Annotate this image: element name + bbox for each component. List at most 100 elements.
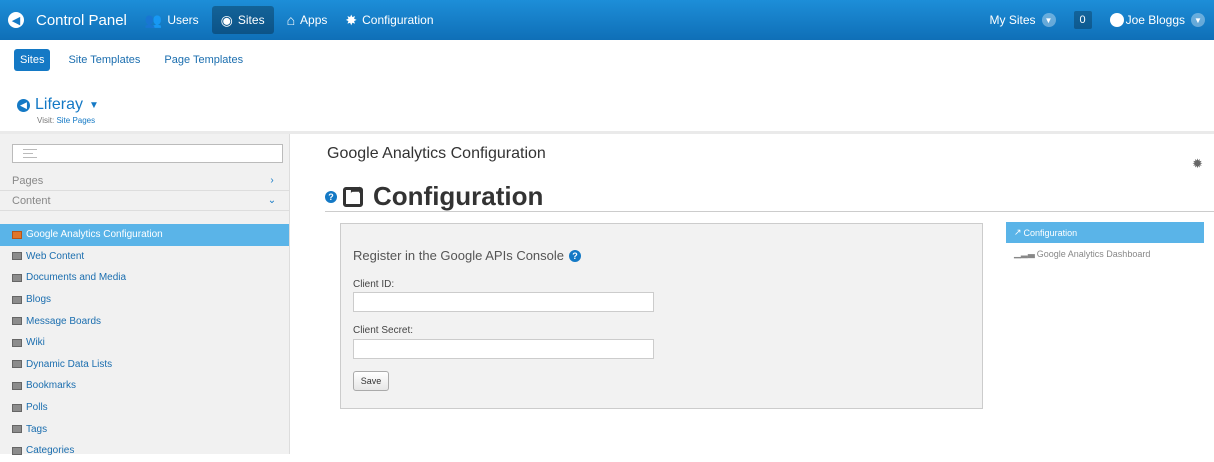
message-boards-icon [12,317,22,326]
blogs-icon [12,295,22,304]
wiki-icon [12,338,22,347]
user-menu[interactable]: Joe Bloggs ▼ [1101,0,1214,40]
web-content-icon [12,252,22,261]
panel-content[interactable]: Content ⌄ [0,191,289,211]
top-navbar: ◀ Control Panel 👥 Users ◉ Sites ⌂ Apps ✸… [0,0,1214,40]
apps-icon: ⌂ [286,12,296,28]
nav-users-label: Users [167,13,199,27]
right-nav: ↗ Configuration ▁▂▃ Google Analytics Das… [1006,222,1204,264]
nav-sites-label: Sites [237,13,265,27]
form-legend: Register in the Google APIs Console ? [353,248,582,263]
client-id-label: Client ID: [353,279,395,290]
sidebar-item-categories[interactable]: Categories [0,440,289,462]
chevron-right-icon: › [270,175,274,186]
my-sites-menu[interactable]: My Sites ▼ [980,0,1064,40]
sidebar-item-label: Message Boards [26,315,102,327]
notifications[interactable]: 0 [1065,0,1101,40]
sidebar-item-documents[interactable]: Documents and Media [0,267,289,289]
site-name: Liferay [35,96,84,113]
sidebar-item-web-content[interactable]: Web Content [0,246,289,268]
chevron-down-icon: ⌄ [267,195,277,206]
sidebar-item-wiki[interactable]: Wiki [0,332,289,354]
portlet-title: ? Configuration [325,180,544,212]
config-form: Register in the Google APIs Console ? Cl… [340,223,983,409]
tab-page-templates[interactable]: Page Templates [158,49,249,71]
visit-label: Visit: [37,116,55,125]
nav-users[interactable]: 👥 Users [136,0,208,40]
sidebar-item-tags[interactable]: Tags [0,418,289,440]
help-icon[interactable]: ? [325,190,337,203]
sidebar-item-ddl[interactable]: Dynamic Data Lists [0,354,289,376]
panel-pages-label: Pages [12,174,44,187]
notification-count: 0 [1073,11,1092,29]
site-pages-link[interactable]: Site Pages [56,116,95,125]
sidebar-item-label: Tags [26,423,48,435]
panel-pages[interactable]: Pages › [0,171,289,191]
control-panel-link[interactable]: ◀ Control Panel [0,0,136,40]
sidebar-item-label: Bookmarks [26,380,77,392]
site-visit: Visit: Site Pages [37,116,99,125]
tags-icon [12,425,22,434]
caret-down-icon: ▼ [89,99,99,111]
sidebar-item-label: Web Content [26,250,85,262]
user-name: Joe Bloggs [1125,13,1185,27]
my-sites-label: My Sites [989,13,1036,27]
brand-label: Control Panel [36,11,127,29]
sidebar: Pages › Content ⌄ Google Analytics Confi… [0,134,290,456]
bookmarks-icon [12,381,22,390]
back-arrow-icon: ◀ [8,12,24,28]
sidebar-item-message-boards[interactable]: Message Boards [0,310,289,332]
portlet-heading: Configuration [373,181,544,211]
globe-icon: ◉ [220,11,233,28]
nav-configuration-label: Configuration [362,13,434,27]
sidebar-item-label: Polls [26,402,48,414]
sidebar-item-label: Wiki [26,337,45,349]
panel-content-label: Content [12,194,51,207]
sidebar-item-label: Blogs [26,294,52,306]
nav-dashboard-item[interactable]: ▁▂▃ Google Analytics Dashboard [1006,243,1204,264]
share-icon: ↗ [1014,227,1022,237]
bar-chart-icon: ▁▂▃ [1014,248,1035,258]
client-secret-field[interactable] [353,339,654,359]
page-title: Google Analytics Configuration [327,145,546,162]
share-icon [343,180,363,207]
tab-sites[interactable]: Sites [14,49,51,71]
avatar [1109,13,1124,27]
tab-site-templates[interactable]: Site Templates [62,49,146,71]
nav-apps-label: Apps [300,13,328,27]
nav-configuration[interactable]: ✸ Configuration [336,0,442,40]
back-icon: ◀ [17,98,30,112]
form-legend-label: Register in the Google APIs Console [353,248,565,263]
search-field-icon [23,149,37,158]
nav-configuration-item[interactable]: ↗ Configuration [1006,222,1204,243]
site-selector[interactable]: ◀ Liferay ▼ [17,96,99,114]
sidebar-item-google-analytics[interactable]: Google Analytics Configuration [0,224,289,246]
help-icon[interactable]: ? [569,249,582,262]
gear-icon[interactable]: ✹ [1192,156,1203,172]
site-header: ◀ Liferay ▼ Visit: Site Pages [17,96,99,125]
polls-icon [12,403,22,412]
sidebar-item-blogs[interactable]: Blogs [0,289,289,311]
dynamic-data-lists-icon [12,360,22,369]
nav-apps[interactable]: ⌂ Apps [278,0,337,40]
nav-item-label: Configuration [1023,227,1078,238]
sidebar-item-label: Dynamic Data Lists [26,358,113,370]
users-icon: 👥 [144,11,163,28]
search-input[interactable] [12,144,283,163]
gear-icon: ✸ [345,11,358,28]
documents-icon [12,273,22,282]
sidebar-item-polls[interactable]: Polls [0,397,289,419]
client-secret-label: Client Secret: [353,325,414,336]
chevron-down-icon: ▼ [1191,13,1205,27]
sidebar-item-bookmarks[interactable]: Bookmarks [0,375,289,397]
sidebar-item-label: Categories [26,445,75,457]
sidebar-item-label: Google Analytics Configuration [26,229,163,241]
chevron-down-icon: ▼ [1041,13,1056,27]
analytics-icon [12,230,22,239]
save-button[interactable]: Save [353,371,389,391]
divider [325,211,1214,212]
nav-item-label: Google Analytics Dashboard [1036,248,1151,259]
client-id-field[interactable] [353,292,654,312]
site-nav-tabs: Sites Site Templates Page Templates [14,49,261,71]
nav-sites[interactable]: ◉ Sites [211,6,274,34]
